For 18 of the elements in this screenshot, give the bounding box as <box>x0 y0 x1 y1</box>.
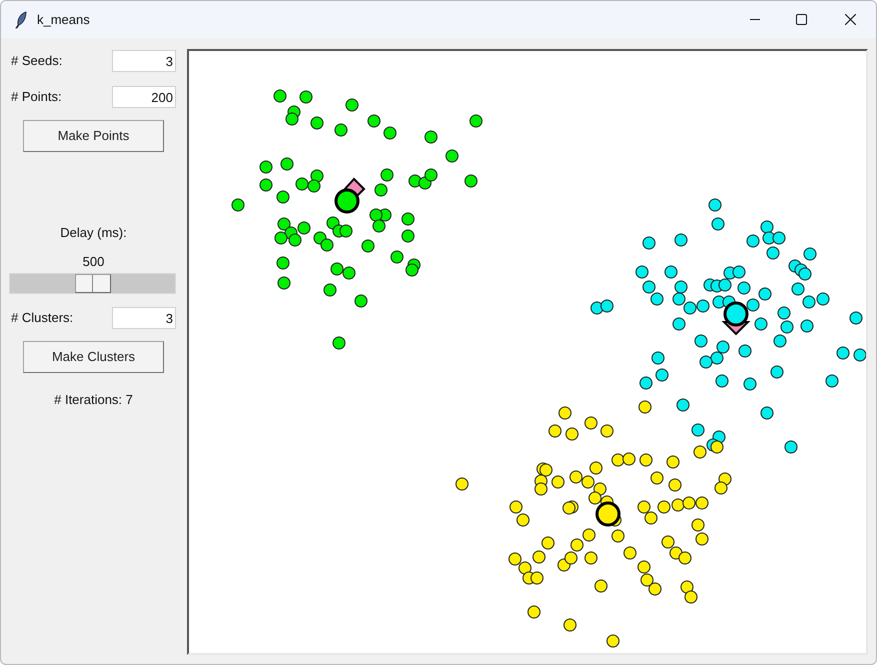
feather-icon <box>15 10 27 28</box>
iterations-label: # Iterations: 7 <box>53 391 134 409</box>
field-label: # Clusters: <box>11 309 74 328</box>
field-label: # Points: <box>11 88 62 106</box>
window-title: k_means <box>37 10 90 29</box>
delay-label: Delay (ms): <box>59 224 128 242</box>
delay-slider[interactable] <box>9 273 176 294</box>
maximize-icon <box>796 14 806 25</box>
slider-thumb[interactable] <box>74 274 110 293</box>
minimize-icon <box>750 19 760 20</box>
input-field[interactable]: 3 <box>112 50 176 72</box>
action-button[interactable]: Make Points <box>23 120 164 152</box>
action-button[interactable]: Make Clusters <box>23 341 164 373</box>
close-icon <box>844 14 856 25</box>
delay-reading: 500 <box>82 252 106 270</box>
input-field[interactable]: 3 <box>112 307 176 329</box>
input-field[interactable]: 200 <box>112 86 176 108</box>
field-label: # Seeds: <box>11 52 62 70</box>
